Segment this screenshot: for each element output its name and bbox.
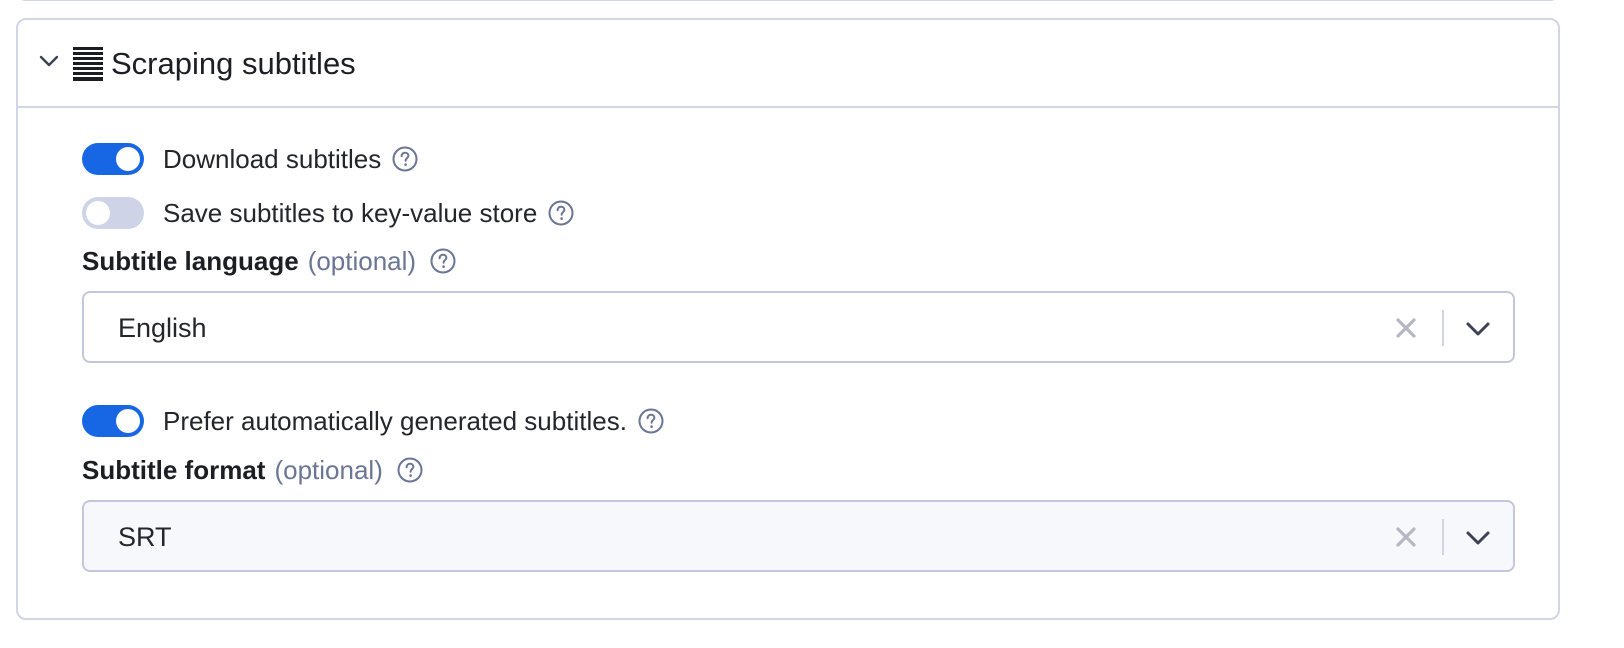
subtitle-language-label-row: Subtitle language (optional): [82, 244, 456, 278]
scraping-subtitles-section: Scraping subtitles Download subtitles Sa…: [16, 18, 1560, 620]
subtitle-language-value: English: [118, 313, 207, 343]
optional-hint: (optional): [307, 245, 417, 276]
subtitle-format-select[interactable]: SRT: [82, 500, 1515, 572]
help-icon[interactable]: [397, 457, 423, 483]
chevron-down-icon[interactable]: [38, 54, 60, 68]
help-icon[interactable]: [430, 248, 456, 274]
optional-hint: (optional): [274, 454, 383, 485]
download-subtitles-toggle[interactable]: [82, 143, 144, 175]
download-subtitles-row: Download subtitles: [82, 142, 418, 176]
previous-section-card: [16, 0, 1560, 1]
help-icon[interactable]: [392, 146, 418, 172]
section-title: Scraping subtitles: [111, 46, 356, 81]
section-header[interactable]: Scraping subtitles: [18, 20, 1558, 108]
subtitle-language-label: Subtitle language: [82, 245, 299, 276]
save-kv-store-label: Save subtitles to key-value store: [163, 197, 538, 228]
chevron-down-icon[interactable]: [1465, 321, 1491, 337]
prefer-auto-generated-toggle[interactable]: [82, 405, 144, 437]
subtitle-language-select[interactable]: English: [82, 291, 1515, 363]
toggle-knob: [116, 147, 140, 171]
subtitles-lines-icon: [73, 47, 103, 81]
clear-icon[interactable]: [1395, 526, 1417, 548]
select-separator: [1442, 519, 1444, 555]
toggle-knob: [116, 409, 140, 433]
subtitle-format-value: SRT: [118, 522, 172, 552]
prefer-auto-generated-row: Prefer automatically generated subtitles…: [82, 404, 664, 438]
save-kv-store-toggle[interactable]: [82, 197, 144, 229]
chevron-down-icon[interactable]: [1465, 530, 1491, 546]
save-kv-store-row: Save subtitles to key-value store: [82, 196, 574, 230]
select-separator: [1442, 310, 1444, 346]
toggle-knob: [86, 201, 110, 225]
clear-icon[interactable]: [1395, 317, 1417, 339]
subtitle-format-label: Subtitle format: [82, 454, 266, 485]
subtitle-format-label-row: Subtitle format (optional): [82, 453, 423, 487]
prefer-auto-generated-label: Prefer automatically generated subtitles…: [163, 405, 627, 436]
download-subtitles-label: Download subtitles: [163, 143, 382, 174]
help-icon[interactable]: [548, 200, 574, 226]
help-icon[interactable]: [638, 408, 664, 434]
